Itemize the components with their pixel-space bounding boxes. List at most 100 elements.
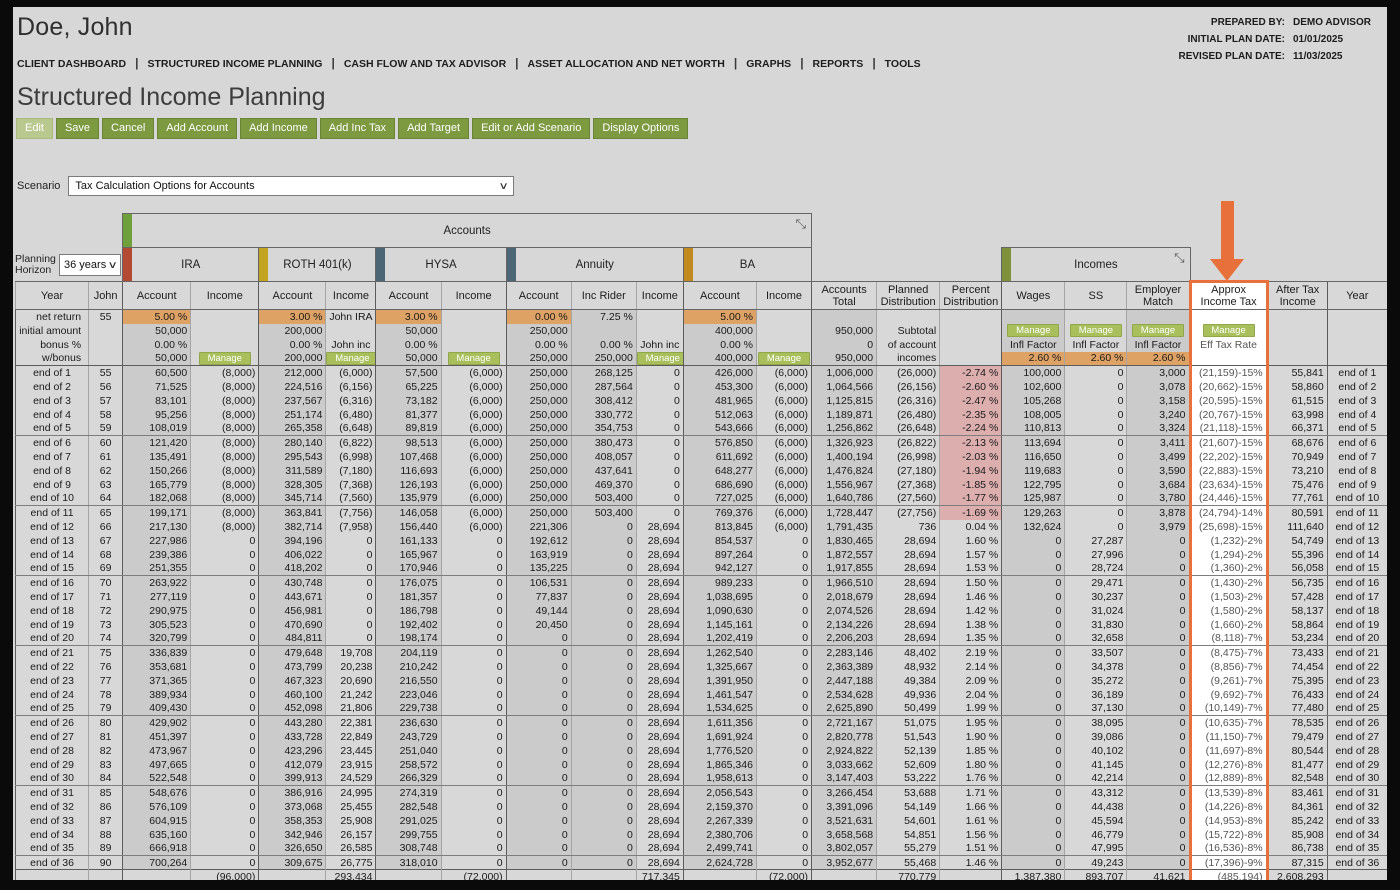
add-inc-tax-button[interactable]: Add Inc Tax	[320, 118, 395, 139]
value-cell: 429,902	[123, 716, 191, 730]
value-cell: 3,324	[1127, 422, 1190, 436]
value-cell: 3,802,057	[812, 842, 877, 856]
group-label: IRA	[181, 259, 200, 271]
value-cell: 1.80 %	[940, 758, 1002, 772]
value-cell: 0	[441, 716, 506, 730]
value-cell: 0	[506, 856, 571, 870]
total-cell	[259, 870, 326, 881]
value-cell: 0	[636, 506, 683, 520]
value-cell: 0	[1002, 576, 1065, 590]
nav-item-asset-allocation-and-net-worth[interactable]: ASSET ALLOCATION AND NET WORTH	[528, 58, 725, 70]
manage-button[interactable]: Manage	[1070, 324, 1122, 337]
value-cell: 251,040	[376, 744, 441, 758]
value-cell: 0	[191, 674, 259, 688]
add-account-button[interactable]: Add Account	[157, 118, 237, 139]
year-cell: end of 30	[1327, 772, 1387, 786]
value-cell: (6,000)	[326, 366, 376, 380]
value-cell: 1,640,786	[812, 492, 877, 506]
value-cell: (6,998)	[326, 450, 376, 464]
expand-icon[interactable]: ⤡	[796, 216, 806, 232]
value-cell: 423,296	[259, 744, 326, 758]
value-cell: 1,534,625	[683, 702, 756, 716]
save-button[interactable]: Save	[56, 118, 99, 139]
manage-button[interactable]: Manage	[326, 352, 376, 365]
config-cell	[191, 310, 259, 324]
value-cell: 2,624,728	[683, 856, 756, 870]
value-cell: 46,779	[1065, 828, 1127, 842]
value-cell: 1.66 %	[940, 800, 1002, 814]
value-cell: (1,580)-2%	[1190, 604, 1267, 618]
value-cell: 0	[441, 744, 506, 758]
value-cell: 1,917,855	[812, 562, 877, 576]
value-cell: 45,594	[1065, 814, 1127, 828]
edit-button[interactable]: Edit	[16, 118, 53, 139]
config-cell: 2.60 %	[1127, 352, 1190, 366]
display-options-button[interactable]: Display Options	[593, 118, 688, 139]
manage-button[interactable]: Manage	[758, 352, 810, 365]
value-cell: 0	[636, 366, 683, 380]
add-target-button[interactable]: Add Target	[398, 118, 469, 139]
prepared-by-value: DEMO ADVISOR	[1293, 17, 1381, 28]
year-cell: end of 9	[16, 478, 89, 492]
value-cell: 229,738	[376, 702, 441, 716]
annuity-color-strip	[507, 248, 516, 282]
table-row: end of 660121,420(8,000)280,140(6,822)98…	[16, 436, 1388, 450]
value-cell: 0	[506, 744, 571, 758]
manage-button[interactable]: Manage	[1132, 324, 1184, 337]
value-cell: (7,560)	[326, 492, 376, 506]
value-cell: 26,775	[326, 856, 376, 870]
scenario-select[interactable]: Tax Calculation Options for Accounts ∨	[68, 176, 514, 196]
nav-item-cash-flow-and-tax-advisor[interactable]: CASH FLOW AND TAX ADVISOR	[344, 58, 506, 70]
year-cell: end of 28	[16, 744, 89, 758]
value-cell: 0	[636, 436, 683, 450]
value-cell: (22,883)-15%	[1190, 464, 1267, 478]
manage-button[interactable]: Manage	[448, 352, 500, 365]
value-cell: 358,353	[259, 814, 326, 828]
manage-button[interactable]: Manage	[199, 352, 251, 365]
value-cell: 0	[1002, 618, 1065, 632]
planning-horizon-select[interactable]: 36 years ∨	[59, 254, 121, 276]
cancel-button[interactable]: Cancel	[102, 118, 154, 139]
col-header-income-7: Income	[441, 282, 506, 310]
nav-item-structured-income-planning[interactable]: STRUCTURED INCOME PLANNING	[147, 58, 322, 70]
value-cell: 0	[326, 562, 376, 576]
value-cell: 2,056,543	[683, 786, 756, 800]
manage-button[interactable]: Manage	[637, 352, 684, 365]
value-cell: 98,513	[376, 436, 441, 450]
nav-item-graphs[interactable]: GRAPHS	[746, 58, 791, 70]
value-cell: 3,979	[1127, 520, 1190, 534]
nav-item-client-dashboard[interactable]: CLIENT DASHBOARD	[17, 58, 126, 70]
value-cell: 28,694	[636, 632, 683, 646]
config-cell: Manage	[1065, 324, 1127, 338]
value-cell: 0	[1127, 786, 1190, 800]
value-cell: (6,000)	[441, 436, 506, 450]
nav-item-tools[interactable]: TOOLS	[885, 58, 921, 70]
manage-button[interactable]: Manage	[1007, 324, 1059, 337]
value-cell: (24,794)-14%	[1190, 506, 1267, 520]
manage-button[interactable]: Manage	[1203, 324, 1255, 337]
config-cell: Infl Factor	[1002, 338, 1065, 352]
value-cell: 0	[326, 576, 376, 590]
expand-icon[interactable]: ⤡	[1174, 250, 1184, 266]
value-cell: 28,694	[636, 730, 683, 744]
value-cell: 23,915	[326, 758, 376, 772]
year-cell: end of 30	[16, 772, 89, 786]
value-cell: 0	[506, 772, 571, 786]
value-cell: 22,849	[326, 730, 376, 744]
value-cell: 1,064,566	[812, 380, 877, 394]
value-cell: (7,368)	[326, 478, 376, 492]
config-row-w-bonus: w/bonus50,000Manage200,000Manage50,000Ma…	[16, 352, 1388, 366]
value-cell: 76	[89, 660, 123, 674]
value-cell: 353,681	[123, 660, 191, 674]
add-income-button[interactable]: Add Income	[240, 118, 317, 139]
value-cell: 204,119	[376, 646, 441, 660]
nav-item-reports[interactable]: REPORTS	[813, 58, 864, 70]
total-cell: 2,608,293	[1267, 870, 1327, 881]
edit-or-add-scenario-button[interactable]: Edit or Add Scenario	[472, 118, 590, 139]
value-cell: 380,473	[571, 436, 636, 450]
value-cell: 0	[191, 856, 259, 870]
value-cell: 199,171	[123, 506, 191, 520]
col-header-account-2: Account	[123, 282, 191, 310]
col-header-income-12: Income	[756, 282, 811, 310]
value-cell: 74	[89, 632, 123, 646]
